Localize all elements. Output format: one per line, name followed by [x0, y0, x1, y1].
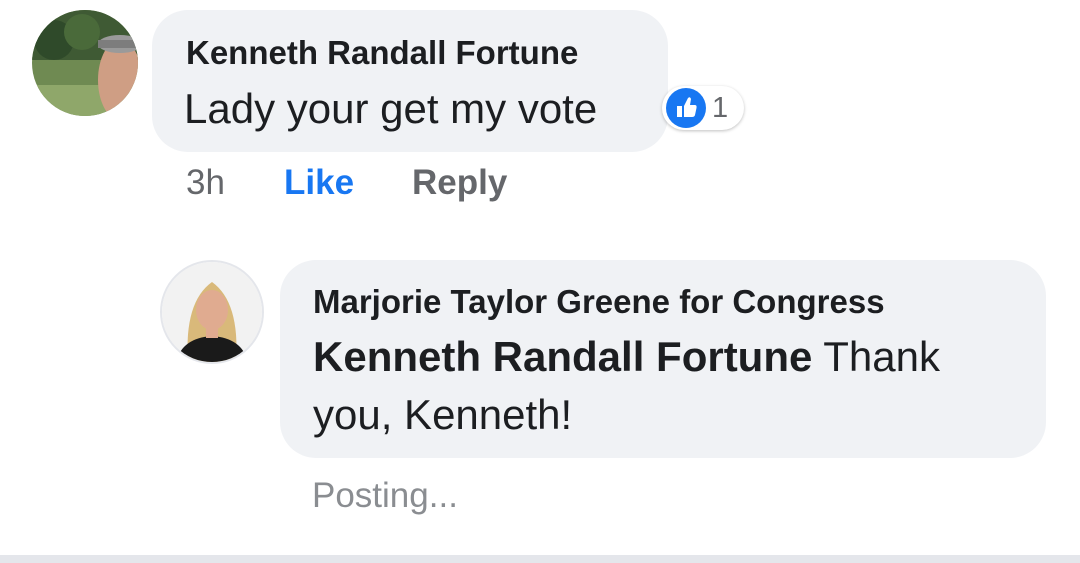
mention-link[interactable]: Kenneth Randall Fortune	[313, 333, 812, 380]
commenter-avatar[interactable]	[32, 10, 138, 116]
reply-author-name[interactable]: Marjorie Taylor Greene for Congress	[313, 283, 885, 321]
comment-author-name[interactable]: Kenneth Randall Fortune	[186, 34, 578, 72]
posting-status: Posting...	[312, 476, 458, 515]
replier-avatar[interactable]	[160, 260, 264, 364]
reaction-summary[interactable]: 1	[662, 86, 744, 130]
reply-text: Kenneth Randall Fortune Thank you, Kenne…	[313, 328, 1013, 444]
reply-button[interactable]: Reply	[412, 163, 507, 203]
divider	[0, 555, 1080, 563]
comment-text: Lady your get my vote	[184, 85, 598, 132]
thumbs-up-icon	[666, 88, 706, 128]
like-button[interactable]: Like	[284, 163, 354, 203]
reaction-count: 1	[712, 92, 729, 124]
comment-timestamp[interactable]: 3h	[186, 163, 225, 203]
